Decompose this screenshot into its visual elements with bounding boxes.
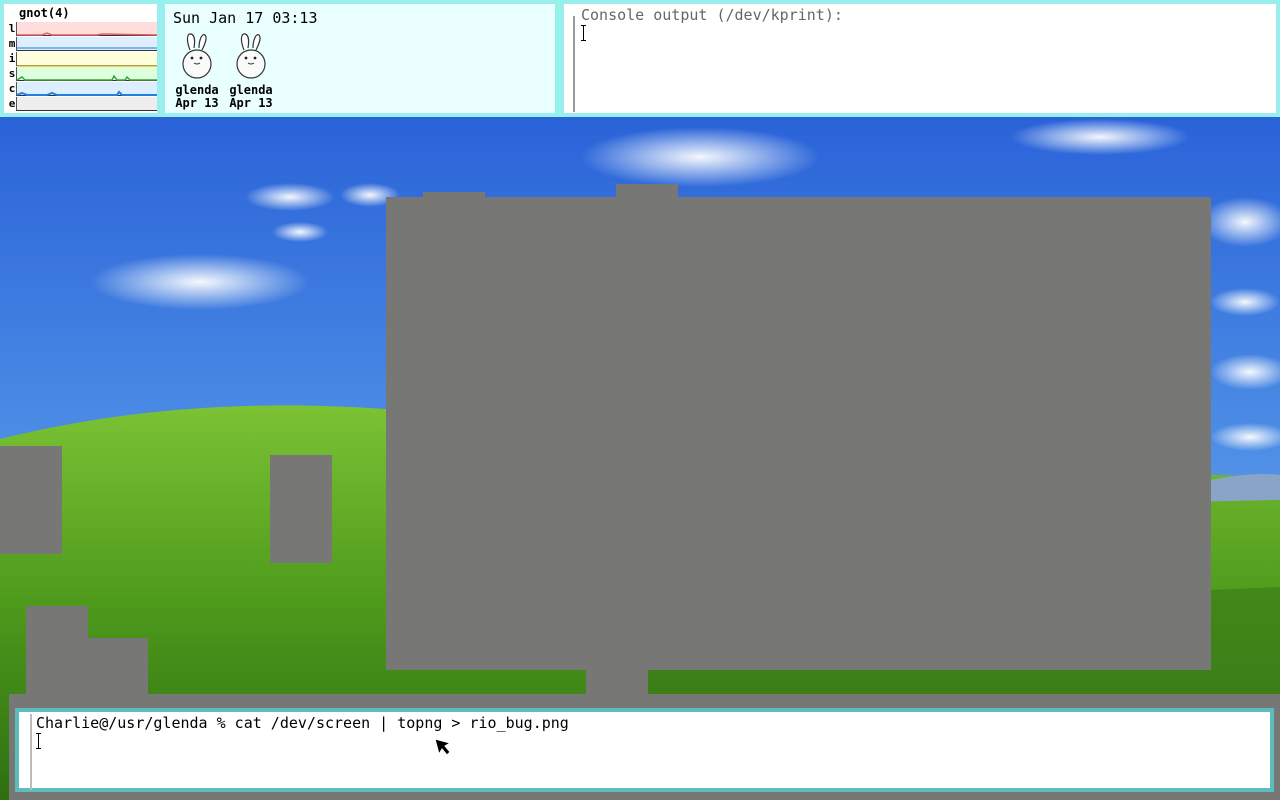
face-date: Apr 13 [175,96,219,110]
terminal-window[interactable]: Charlie@/usr/glenda % cat /dev/screen | … [15,708,1274,792]
terminal-scrollbar[interactable] [30,714,32,790]
mouse-pointer-icon [434,738,452,756]
unpainted-window-tab [616,184,678,198]
terminal-command-line: Charlie@/usr/glenda % cat /dev/screen | … [36,714,569,732]
unpainted-window[interactable] [270,455,332,563]
faces-window[interactable]: Sun Jan 17 03:13 glenda Apr 13 glenda Ap… [161,0,559,117]
unpainted-window[interactable] [26,606,88,696]
face-date: Apr 13 [229,96,273,110]
stat-graph [16,97,157,111]
clock: Sun Jan 17 03:13 [173,9,318,27]
face-item[interactable]: glenda Apr 13 [226,32,276,110]
unpainted-window-tab [423,192,485,198]
text-cursor-icon [36,733,41,749]
console-window[interactable]: Console output (/dev/kprint): [560,0,1280,117]
face-item[interactable]: glenda Apr 13 [172,32,222,110]
stat-graph [16,52,157,67]
glenda-bunny-icon [182,33,212,79]
stat-graph [16,67,157,81]
stat-graph [16,82,157,96]
unpainted-window[interactable] [86,638,148,696]
stat-graph [16,22,158,36]
stat-row-ether: e [4,96,157,111]
stats-window[interactable]: gnot(4) l m i s c e [0,0,161,117]
console-title: Console output (/dev/kprint): [581,6,843,24]
stat-row-syscalls: s [4,66,157,81]
stats-title: gnot(4) [19,6,70,20]
stat-row-context: c [4,81,157,96]
console-scrollbar[interactable] [573,16,575,112]
unpainted-window[interactable] [386,197,1211,670]
stat-row-load: l [4,21,158,36]
text-cursor-icon [581,25,586,41]
stat-row-interrupts: i [4,51,157,67]
unpainted-window-tab [586,669,648,695]
unpainted-window[interactable] [0,446,62,554]
glenda-bunny-icon [236,33,266,79]
stat-row-memory: m [4,36,157,51]
stat-graph [16,37,157,51]
